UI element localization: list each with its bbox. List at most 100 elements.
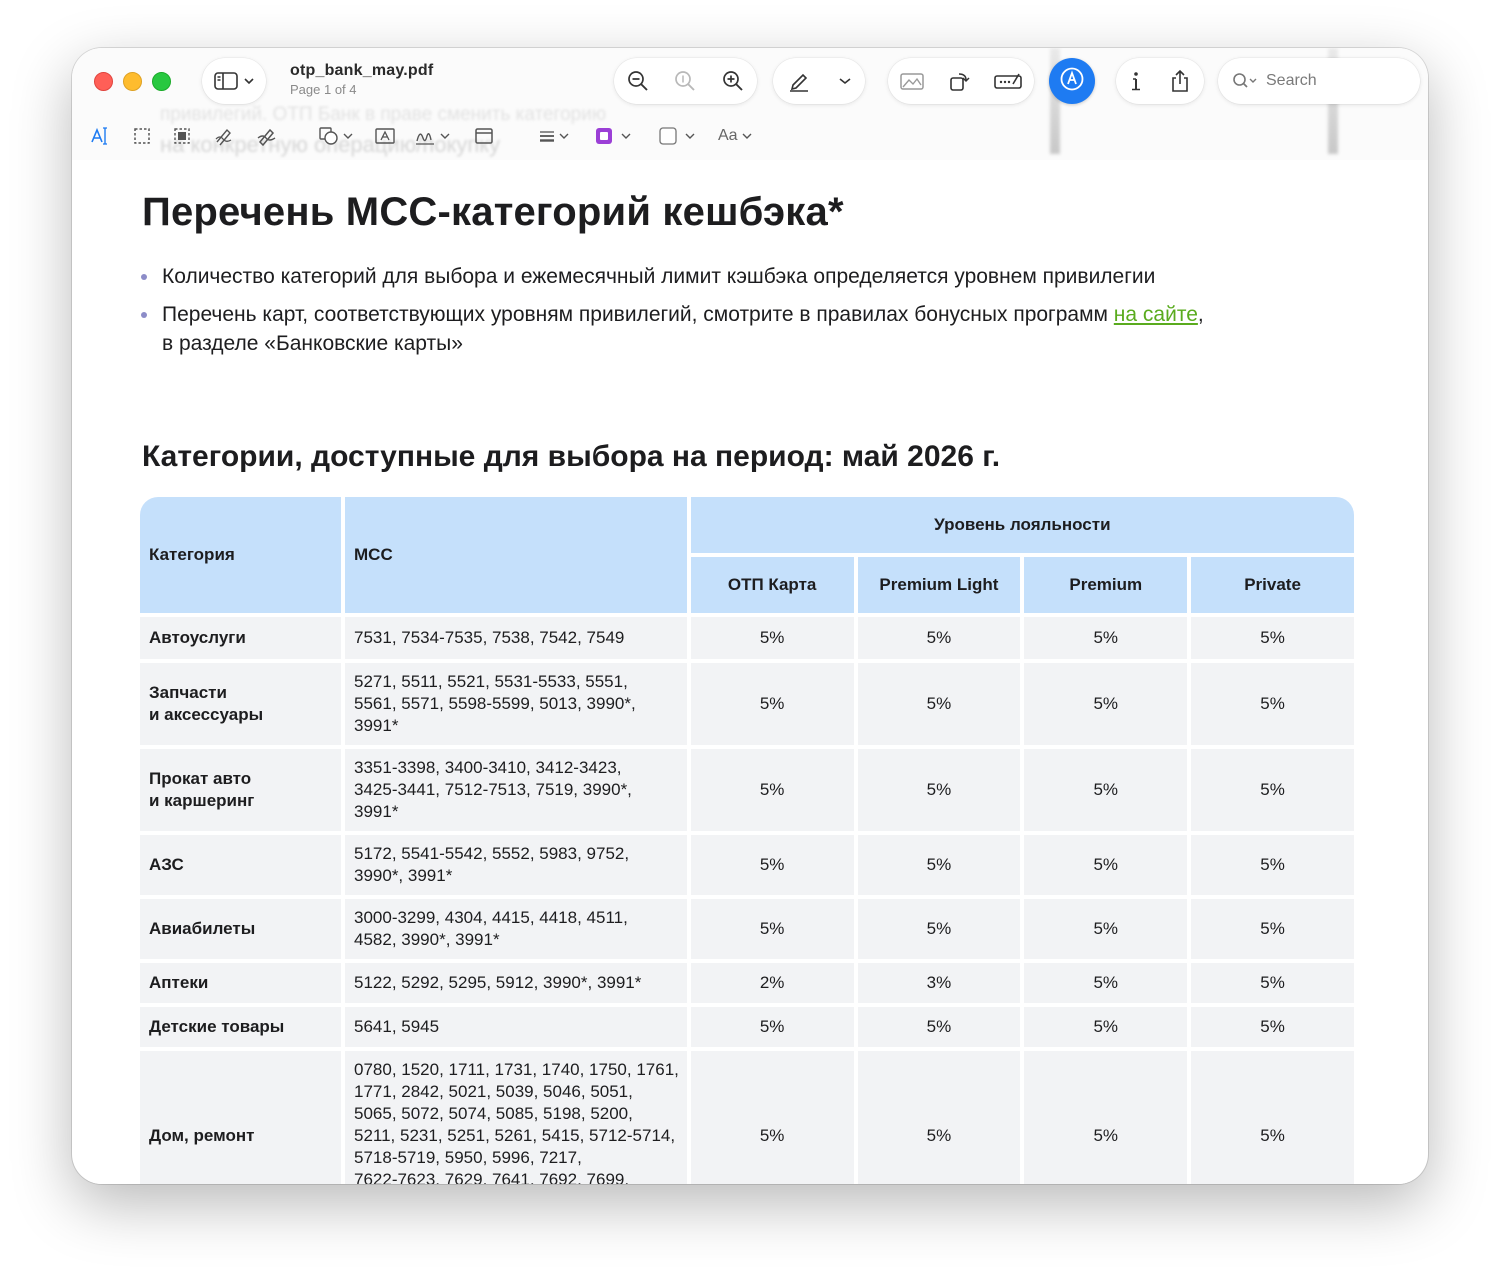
border-color-icon[interactable] [594, 122, 631, 150]
category-cell: Автоуслуги [140, 617, 341, 659]
mcc-codes-text: 3000-3299, 4304, 4415, 4418, 4511, [354, 908, 628, 927]
table-row: Детские товары 5641, 5945 5% 5% 5% 5% [140, 1007, 1354, 1047]
category-cell: Прокат авто и каршеринг [140, 749, 341, 831]
line-style-icon[interactable] [538, 122, 569, 150]
mcc-codes-text: 4582, 3990*, 3991* [354, 930, 500, 949]
cashback-percent-cell: 5% [1024, 963, 1188, 1003]
actual-size-icon[interactable] [674, 70, 696, 92]
column-header-category: Категория [140, 497, 341, 613]
table-row: Прокат авто и каршеринг 3351-3398, 3400-34… [140, 749, 1354, 831]
cashback-percent-cell: 5% [1024, 899, 1188, 959]
zoom-controls [614, 58, 757, 104]
category-text: Запчасти [149, 683, 227, 702]
table-row: Аптеки 5122, 5292, 5295, 5912, 3990*, 399… [140, 963, 1354, 1003]
instant-alpha-icon[interactable] [172, 122, 192, 150]
category-text: Прокат авто [149, 769, 252, 788]
category-text: Авиабилеты [149, 919, 256, 938]
category-text: Дом, ремонт [149, 1126, 255, 1145]
zoom-window-button[interactable] [152, 72, 171, 91]
cashback-percent-cell: 5% [1024, 617, 1188, 659]
minimize-button[interactable] [123, 72, 142, 91]
mcc-codes-text: 3425-3441, 7512-7513, 7519, 3990*, [354, 780, 632, 799]
cashback-percent-cell: 5% [1191, 899, 1354, 959]
share-icon[interactable] [1169, 69, 1191, 93]
cashback-percent-cell: 5% [1191, 1051, 1354, 1184]
sidebar-icon [214, 71, 240, 91]
mcc-cell: 5122, 5292, 5295, 5912, 3990*, 3991* [345, 963, 687, 1003]
page-title: Перечень MCC-категорий кешбэка* [142, 190, 844, 234]
highlight-control[interactable] [773, 58, 865, 104]
table-row: Запчасти и аксессуары 5271, 5511, 5521, 55… [140, 663, 1354, 745]
cashback-percent-cell: 5% [857, 899, 1021, 959]
search-field[interactable] [1218, 58, 1420, 104]
close-button[interactable] [94, 72, 113, 91]
mcc-cell: 5172, 5541-5542, 5552, 5983, 9752, 3990*,… [345, 835, 687, 895]
table-row: Авиабилеты 3000-3299, 4304, 4415, 4418, 4… [140, 899, 1354, 959]
bullet-list: Количество категорий для выбора и ежемес… [140, 262, 1300, 367]
text-style-button[interactable]: Aa [718, 122, 752, 150]
highlight-pen-icon [788, 70, 810, 92]
mcc-cell: 3000-3299, 4304, 4415, 4418, 4511, 4582, … [345, 899, 687, 959]
draw-icon[interactable] [256, 122, 278, 150]
category-cell: Авиабилеты [140, 899, 341, 959]
cashback-percent-cell: 5% [1024, 663, 1188, 745]
form-icon[interactable] [993, 71, 1023, 91]
cashback-percent-cell: 5% [690, 1007, 854, 1047]
rectangular-selection-icon[interactable] [132, 122, 152, 150]
mcc-codes-text: 3991* [354, 716, 399, 735]
category-cell: Дом, ремонт [140, 1051, 341, 1184]
zoom-out-icon[interactable] [627, 70, 649, 92]
mcc-codes-text: 5122, 5292, 5295, 5912, 3990*, 3991* [354, 973, 642, 992]
mcc-cell: 5641, 5945 [345, 1007, 687, 1047]
crop-icon[interactable] [899, 70, 925, 92]
cashback-percent-cell: 5% [857, 1051, 1021, 1184]
mcc-cell: 5271, 5511, 5521, 5531-5533, 5551, 5561, … [345, 663, 687, 745]
mcc-cell: 0780, 1520, 1711, 1731, 1740, 1750, 1761… [345, 1051, 687, 1184]
shapes-icon[interactable] [318, 122, 353, 150]
mcc-codes-text: 5065, 5072, 5074, 5085, 5198, 5200, [354, 1104, 633, 1123]
signature-icon[interactable] [414, 122, 450, 150]
cashback-percent-cell: 5% [1191, 1007, 1354, 1047]
info-icon[interactable] [1129, 70, 1143, 92]
document-title-block: otp_bank_may.pdf Page 1 of 4 [290, 62, 433, 97]
mcc-codes-text: 5718-5719, 5950, 5996, 7217, [354, 1148, 582, 1167]
markup-button[interactable] [1049, 58, 1095, 104]
category-text: и каршеринг [149, 791, 255, 810]
section-heading: Категории, доступные для выбора на перио… [142, 440, 1001, 473]
column-header-level: ОТП Карта [690, 557, 854, 613]
fill-color-icon[interactable] [658, 122, 695, 150]
column-header-level: Premium [1024, 557, 1188, 613]
list-item: Перечень карт, соответствующих уровням п… [140, 300, 1300, 358]
mcc-codes-text: 7622-7623, 7629, 7641, 7692, 7699, [354, 1170, 630, 1184]
note-icon[interactable] [474, 122, 494, 150]
mcc-cell: 7531, 7534-7535, 7538, 7542, 7549 [345, 617, 687, 659]
pdf-page: Перечень MCC-категорий кешбэка* Количест… [88, 160, 1412, 1184]
zoom-in-icon[interactable] [722, 70, 744, 92]
category-cell: Аптеки [140, 963, 341, 1003]
cashback-percent-cell: 5% [1191, 963, 1354, 1003]
sketch-icon[interactable] [214, 122, 236, 150]
cashback-percent-cell: 3% [857, 963, 1021, 1003]
mcc-codes-text: 7531, 7534-7535, 7538, 7542, 7549 [354, 628, 625, 647]
sidebar-toggle-button[interactable] [202, 58, 266, 104]
mcc-cell: 3351-3398, 3400-3410, 3412-3423, 3425-344… [345, 749, 687, 831]
cashback-percent-cell: 5% [690, 749, 854, 831]
category-cell: Запчасти и аксессуары [140, 663, 341, 745]
mcc-table: Категория MCC Уровень лояльности ОТП Кар… [136, 493, 1358, 1184]
rotate-icon[interactable] [948, 70, 970, 92]
list-item: Количество категорий для выбора и ежемес… [140, 262, 1300, 291]
mcc-codes-text: 5561, 5571, 5598-5599, 5013, 3990*, [354, 694, 636, 713]
text-box-icon[interactable] [374, 122, 396, 150]
search-input[interactable] [1264, 71, 1388, 91]
column-header-level: Premium Light [857, 557, 1021, 613]
website-link[interactable]: на сайте [1114, 303, 1198, 326]
cashback-percent-cell: 5% [1191, 617, 1354, 659]
bullet-text: в разделе «Банковские карты» [162, 332, 463, 355]
category-text: АЗС [149, 855, 184, 874]
markup-icon [1059, 66, 1085, 97]
cashback-percent-cell: 5% [1024, 1007, 1188, 1047]
mcc-codes-text: 5271, 5511, 5521, 5531-5533, 5551, [354, 672, 628, 691]
mcc-codes-text: 3991* [354, 802, 399, 821]
mcc-codes-text: 3990*, 3991* [354, 866, 453, 885]
text-selection-icon[interactable] [90, 122, 110, 150]
